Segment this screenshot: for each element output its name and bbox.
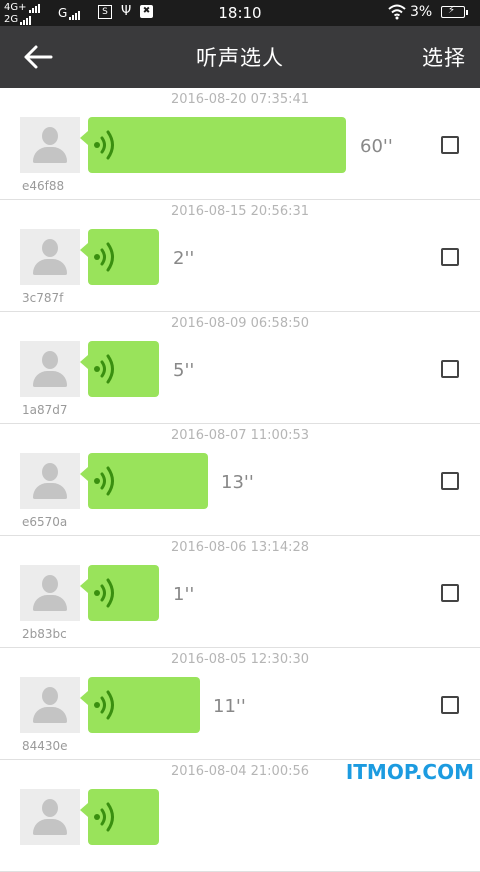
voice-duration: 1'' [173, 584, 195, 605]
voice-wave-icon [94, 130, 114, 160]
select-checkbox[interactable] [441, 696, 459, 714]
voice-wave-icon [94, 354, 114, 384]
voice-bubble[interactable] [80, 341, 159, 397]
watermark: ITMOP.COM [345, 760, 474, 784]
avatar[interactable] [20, 117, 80, 173]
list-item[interactable]: 2016-08-06 13:14:28 2b83bc 1'' [0, 536, 480, 648]
voice-duration: 60'' [360, 136, 393, 157]
voice-wave-icon [94, 242, 114, 272]
voice-wave-icon [94, 802, 114, 832]
message-timestamp: 2016-08-09 06:58:50 [170, 316, 310, 331]
voice-duration: 11'' [213, 696, 246, 717]
voice-wave-icon [94, 578, 114, 608]
voice-duration: 2'' [173, 248, 195, 269]
list-item[interactable]: 2016-08-05 12:30:30 84430e 11'' [0, 648, 480, 760]
voice-bubble[interactable] [80, 229, 159, 285]
message-timestamp: 2016-08-07 11:00:53 [170, 428, 310, 443]
message-timestamp: 2016-08-15 20:56:31 [170, 204, 310, 219]
status-bar: 4G+ 2G G S Ψ ✖ 18:10 3% ⚡ [0, 0, 480, 26]
voice-bubble[interactable] [80, 117, 346, 173]
user-id: 2b83bc [22, 627, 67, 641]
select-button[interactable]: 选择 [422, 42, 466, 72]
select-checkbox[interactable] [441, 360, 459, 378]
user-id: e46f88 [22, 179, 65, 193]
user-id: 84430e [22, 739, 68, 753]
voice-wave-icon [94, 690, 114, 720]
user-id: 3c787f [22, 291, 64, 305]
voice-bubble[interactable] [80, 677, 200, 733]
clock: 18:10 [218, 4, 262, 22]
battery-percent: 3% [410, 4, 433, 20]
avatar[interactable] [20, 789, 80, 845]
voice-bubble[interactable] [80, 789, 159, 845]
list-item[interactable]: 2016-08-15 20:56:31 3c787f 2'' [0, 200, 480, 312]
avatar[interactable] [20, 453, 80, 509]
message-timestamp: 2016-08-05 12:30:30 [170, 652, 310, 667]
message-timestamp: 2016-08-20 07:35:41 [170, 92, 310, 107]
avatar[interactable] [20, 565, 80, 621]
select-checkbox[interactable] [441, 248, 459, 266]
voice-list: 2016-08-20 07:35:41 e46f88 60'' 2016-08-… [0, 88, 480, 872]
wifi-icon [388, 4, 406, 20]
voice-bubble[interactable] [80, 453, 208, 509]
voice-duration: 5'' [173, 360, 195, 381]
list-item[interactable]: 2016-08-07 11:00:53 e6570a 13'' [0, 424, 480, 536]
voice-duration: 13'' [221, 472, 254, 493]
user-id: 1a87d7 [22, 403, 68, 417]
select-checkbox[interactable] [441, 584, 459, 602]
voice-wave-icon [94, 466, 114, 496]
message-timestamp: 2016-08-06 13:14:28 [170, 540, 310, 555]
avatar[interactable] [20, 677, 80, 733]
list-item[interactable]: 2016-08-09 06:58:50 1a87d7 5'' [0, 312, 480, 424]
page-title: 听声选人 [196, 46, 284, 70]
list-item[interactable]: 2016-08-20 07:35:41 e46f88 60'' [0, 88, 480, 200]
avatar[interactable] [20, 229, 80, 285]
user-id: e6570a [22, 515, 68, 529]
title-bar: 听声选人 选择 [0, 26, 480, 88]
select-checkbox[interactable] [441, 136, 459, 154]
voice-bubble[interactable] [80, 565, 159, 621]
select-checkbox[interactable] [441, 472, 459, 490]
battery-charging-icon: ⚡ [441, 5, 468, 18]
avatar[interactable] [20, 341, 80, 397]
